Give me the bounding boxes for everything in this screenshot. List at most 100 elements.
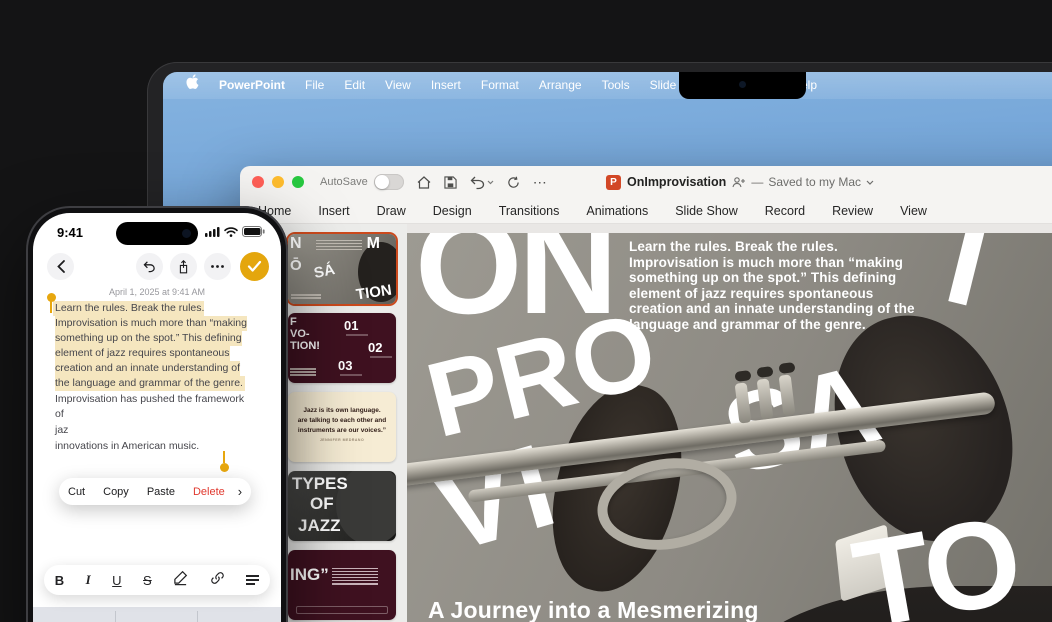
ribbon-tabs: Home Insert Draw Design Transitions Anim… bbox=[240, 198, 1052, 224]
share-button[interactable] bbox=[170, 253, 197, 280]
thumb3-quote: Jazz is its own language. are talking to… bbox=[297, 407, 387, 434]
macbook-screen: PowerPoint File Edit View Insert Format … bbox=[163, 72, 1052, 622]
tab-design[interactable]: Design bbox=[433, 204, 472, 218]
save-icon[interactable] bbox=[444, 175, 457, 189]
slide-canvas[interactable]: ON I PRO VI SA bbox=[407, 233, 1052, 622]
redo-icon[interactable] bbox=[507, 176, 520, 189]
selected-text[interactable]: Learn the rules. Break the rules. Improv… bbox=[53, 301, 247, 391]
battery-icon bbox=[242, 226, 265, 237]
predictive-text-bar[interactable] bbox=[33, 607, 281, 622]
close-window-button[interactable] bbox=[252, 176, 264, 188]
underline-button[interactable]: U bbox=[112, 573, 121, 588]
saved-status[interactable]: — Saved to my Mac bbox=[732, 175, 874, 189]
camera-notch bbox=[679, 72, 806, 99]
thumb2-number-03: 03 bbox=[338, 358, 353, 373]
thumb2-footnote-lines bbox=[290, 367, 316, 378]
saved-dash: — bbox=[751, 175, 764, 189]
slide-paragraph: Learn the rules. Break the rules. Improv… bbox=[629, 239, 915, 332]
front-camera bbox=[182, 229, 191, 238]
menu-item-powerpoint[interactable]: PowerPoint bbox=[210, 72, 294, 99]
autosave-toggle[interactable] bbox=[373, 174, 404, 190]
thumb2-number-02: 02 bbox=[368, 340, 383, 355]
list-format-button[interactable] bbox=[246, 573, 260, 587]
done-check-button[interactable] bbox=[240, 252, 269, 281]
thumb5-title: ING” bbox=[290, 565, 329, 584]
menu-item-arrange[interactable]: Arrange bbox=[530, 72, 591, 99]
dynamic-island bbox=[116, 222, 198, 245]
document-title: OnImprovisation bbox=[626, 175, 727, 189]
context-delete[interactable]: Delete bbox=[184, 486, 234, 498]
slide-thumbnail-2[interactable]: F VO- TION! 01 02 03 bbox=[288, 313, 396, 383]
menu-item-file[interactable]: File bbox=[296, 72, 333, 99]
tab-animations[interactable]: Animations bbox=[586, 204, 648, 218]
powerpoint-app-icon: P bbox=[605, 174, 621, 190]
wifi-icon bbox=[224, 226, 238, 237]
undo-icon[interactable] bbox=[470, 176, 494, 189]
menu-item-insert[interactable]: Insert bbox=[422, 72, 470, 99]
macos-menu-bar: PowerPoint File Edit View Insert Format … bbox=[163, 72, 1052, 99]
thumb2-caption-line bbox=[346, 334, 368, 336]
powerpoint-window: AutoSave ⋯ P OnImprovisation — Saved to … bbox=[240, 166, 1052, 622]
thumb1-letter: N bbox=[290, 235, 302, 252]
slide-thumbnail-3[interactable]: Jazz is its own language. are talking to… bbox=[288, 392, 396, 462]
menu-item-edit[interactable]: Edit bbox=[335, 72, 374, 99]
bold-button[interactable]: B bbox=[55, 573, 64, 588]
slide-thumbnail-4[interactable]: TYPES OF JAZZ bbox=[288, 471, 396, 541]
thumb1-letter: M bbox=[366, 235, 380, 252]
minimize-window-button[interactable] bbox=[272, 176, 284, 188]
selection-end-handle[interactable] bbox=[220, 463, 229, 472]
thumb2-number-01: 01 bbox=[344, 318, 359, 333]
window-titlebar: AutoSave ⋯ P OnImprovisation — Saved to … bbox=[240, 166, 1052, 198]
selection-start-stem bbox=[50, 301, 52, 313]
thumb1-letter: Ō bbox=[290, 257, 302, 274]
camera-dot bbox=[738, 81, 746, 88]
document-title-group: P OnImprovisation — Saved to my Mac bbox=[605, 166, 874, 198]
thumb2-caption-line bbox=[340, 374, 362, 376]
slide-letter-to: TO bbox=[844, 490, 1028, 622]
stage: PowerPoint File Edit View Insert Format … bbox=[0, 0, 1052, 622]
chevron-down-icon bbox=[866, 180, 874, 185]
menu-item-view[interactable]: View bbox=[376, 72, 420, 99]
tab-transitions[interactable]: Transitions bbox=[499, 204, 560, 218]
slide-thumbnail-1[interactable]: N M Ō SÁ TION bbox=[288, 234, 396, 304]
tab-view[interactable]: View bbox=[900, 204, 927, 218]
tab-draw[interactable]: Draw bbox=[377, 204, 406, 218]
home-icon[interactable] bbox=[417, 175, 431, 189]
context-more-chevron[interactable]: › bbox=[234, 484, 252, 499]
context-cut[interactable]: Cut bbox=[59, 486, 94, 498]
note-line: jaz bbox=[55, 424, 69, 436]
collaborate-icon bbox=[732, 176, 746, 187]
thumb2-caption-line bbox=[370, 356, 392, 358]
more-button[interactable] bbox=[204, 253, 231, 280]
undo-button[interactable] bbox=[136, 253, 163, 280]
strikethrough-button[interactable]: S bbox=[143, 573, 152, 588]
saved-text: Saved to my Mac bbox=[768, 175, 862, 189]
tab-review[interactable]: Review bbox=[832, 204, 873, 218]
link-button[interactable] bbox=[210, 571, 225, 590]
tab-record[interactable]: Record bbox=[765, 204, 805, 218]
selection-end-stem bbox=[223, 451, 225, 463]
more-toolbar-icon[interactable]: ⋯ bbox=[533, 175, 547, 189]
context-paste[interactable]: Paste bbox=[138, 486, 184, 498]
keyboard: Q W E R T Y U I O P A S D F G H bbox=[33, 607, 281, 622]
note-text-area[interactable]: Learn the rules. Break the rules. Improv… bbox=[53, 301, 255, 454]
tab-slideshow[interactable]: Slide Show bbox=[675, 204, 738, 218]
tab-insert[interactable]: Insert bbox=[318, 204, 349, 218]
thumb4-title: TYPES bbox=[292, 474, 348, 493]
thumb2-title: VO- bbox=[290, 328, 310, 340]
zoom-window-button[interactable] bbox=[292, 176, 304, 188]
menu-item-format[interactable]: Format bbox=[472, 72, 528, 99]
thumb4-title: OF bbox=[310, 494, 334, 513]
text-context-menu: Cut Copy Paste Delete › bbox=[59, 478, 251, 505]
apple-icon[interactable] bbox=[177, 72, 208, 99]
menu-item-tools[interactable]: Tools bbox=[593, 72, 639, 99]
cellular-signal-icon bbox=[205, 226, 220, 237]
highlighter-button[interactable] bbox=[173, 570, 188, 590]
ppt-content: N M Ō SÁ TION F VO- TION! 01 02 03 Jazz … bbox=[240, 224, 1052, 622]
slide-thumbnail-5[interactable]: ING” bbox=[288, 550, 396, 620]
thumb2-title: F bbox=[290, 316, 297, 328]
italic-button[interactable]: I bbox=[86, 572, 91, 588]
status-time: 9:41 bbox=[57, 225, 84, 240]
context-copy[interactable]: Copy bbox=[94, 486, 138, 498]
back-button[interactable] bbox=[47, 253, 74, 280]
